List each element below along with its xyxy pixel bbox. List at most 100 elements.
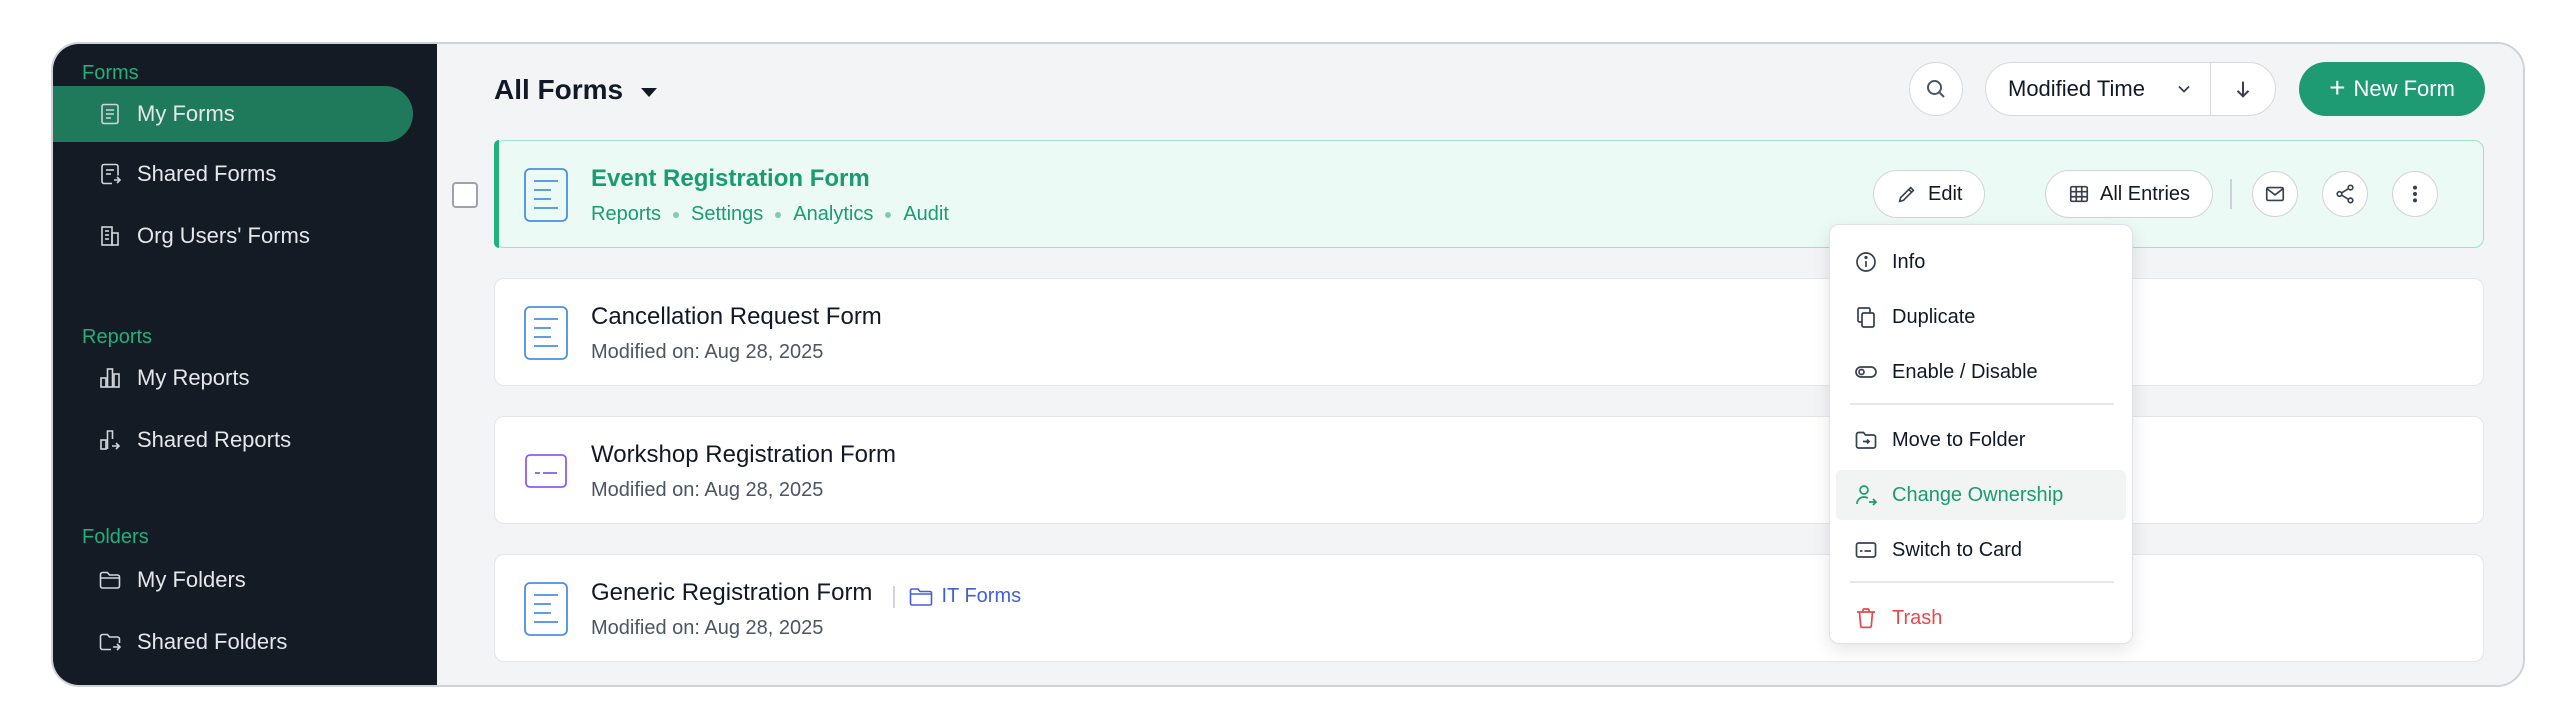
form-quick-links: Reports Settings Analytics Audit: [591, 203, 949, 226]
sidebar-item-my-reports[interactable]: My Reports: [53, 350, 413, 406]
search-button[interactable]: [1909, 62, 1963, 116]
sidebar-item-shared-reports[interactable]: Shared Reports: [53, 412, 413, 468]
plus-icon: +: [2329, 71, 2346, 103]
menu-divider: [1850, 581, 2114, 583]
change-owner-icon: [1856, 485, 1878, 506]
link-separator: [673, 211, 680, 218]
form-doc-icon: [523, 581, 569, 637]
sidebar-heading-reports: Reports: [82, 326, 153, 348]
shared-folder-icon: [97, 629, 123, 655]
menu-item-trash[interactable]: Trash: [1836, 593, 2126, 643]
menu-item-label: Move to Folder: [1892, 428, 2026, 451]
divider: [2230, 179, 2232, 209]
sort-control: Modified Time: [1985, 62, 2276, 116]
form-card-generic-registration[interactable]: Generic Registration Form IT Forms Modif…: [494, 554, 2484, 662]
form-title[interactable]: Generic Registration Form: [591, 579, 872, 607]
folder-icon: [909, 587, 932, 606]
sidebar-item-label: Org Users' Forms: [137, 223, 310, 248]
card-form-icon: [523, 443, 569, 499]
new-form-button[interactable]: + New Form: [2299, 62, 2485, 116]
edit-label: Edit: [1928, 182, 1963, 205]
form-card-event-registration[interactable]: Event Registration Form Reports Settings…: [494, 140, 2484, 248]
menu-item-label: Change Ownership: [1892, 483, 2064, 506]
menu-item-duplicate[interactable]: Duplicate: [1836, 292, 2126, 342]
duplicate-icon: [1857, 307, 1875, 328]
folder-tag[interactable]: IT Forms: [893, 585, 1021, 608]
divider: [893, 585, 895, 608]
form-card-cancellation-request[interactable]: Cancellation Request Form Modified on: A…: [494, 278, 2484, 386]
form-title[interactable]: Cancellation Request Form: [591, 303, 882, 331]
mail-icon: [2265, 186, 2285, 202]
shared-form-icon: [97, 161, 123, 187]
menu-divider: [1850, 403, 2114, 405]
form-doc-icon: [523, 167, 569, 223]
modified-date: Modified on: Aug 28, 2025: [591, 479, 824, 501]
sidebar: Forms My Forms Shared Forms Org Users' F…: [53, 44, 437, 685]
new-form-label: New Form: [2353, 76, 2455, 101]
arrow-down-icon: [2236, 81, 2250, 98]
settings-link[interactable]: Settings: [691, 203, 763, 226]
toggle-icon: [1855, 366, 1877, 378]
audit-link[interactable]: Audit: [903, 203, 949, 226]
card-icon: [1855, 542, 1877, 558]
shared-chart-icon: [97, 427, 123, 453]
pencil-icon: [1898, 186, 1915, 203]
building-icon: [97, 223, 123, 249]
all-entries-button[interactable]: All Entries: [2045, 170, 2214, 218]
modified-date: Modified on: Aug 28, 2025: [591, 617, 824, 639]
sort-field-select[interactable]: Modified Time: [1986, 63, 2211, 115]
forms-filter-dropdown[interactable]: All Forms: [494, 74, 658, 106]
menu-item-label: Switch to Card: [1892, 538, 2023, 561]
sidebar-item-shared-folders[interactable]: Shared Folders: [53, 614, 413, 670]
folder-icon: [97, 567, 123, 593]
menu-item-change-ownership[interactable]: Change Ownership: [1836, 470, 2126, 520]
kebab-menu-icon: [2412, 185, 2418, 203]
sidebar-item-label: My Folders: [137, 567, 246, 592]
row-checkbox[interactable]: [452, 182, 478, 208]
menu-item-label: Info: [1892, 250, 1926, 273]
form-title[interactable]: Event Registration Form: [591, 165, 870, 193]
sidebar-heading-folders: Folders: [82, 526, 149, 548]
app-window: Forms My Forms Shared Forms Org Users' F…: [51, 42, 2525, 687]
sidebar-item-label: Shared Folders: [137, 629, 288, 654]
analytics-link[interactable]: Analytics: [793, 203, 873, 226]
menu-item-move-to-folder[interactable]: Move to Folder: [1836, 415, 2126, 465]
share-button[interactable]: [2322, 171, 2368, 217]
sidebar-item-label: Shared Forms: [137, 161, 277, 186]
link-separator: [775, 211, 782, 218]
sidebar-item-org-users-forms[interactable]: Org Users' Forms: [53, 208, 413, 264]
menu-item-enable-disable[interactable]: Enable / Disable: [1836, 347, 2126, 397]
info-icon: [1856, 252, 1876, 272]
email-share-button[interactable]: [2252, 171, 2298, 217]
sidebar-item-label: My Reports: [137, 365, 250, 390]
menu-item-label: Trash: [1892, 606, 1943, 629]
menu-item-label: Enable / Disable: [1892, 360, 2038, 383]
menu-item-switch-to-card[interactable]: Switch to Card: [1836, 525, 2126, 575]
link-separator: [885, 211, 892, 218]
form-title[interactable]: Workshop Registration Form: [591, 441, 896, 469]
sidebar-heading-forms: Forms: [82, 62, 139, 84]
share-icon: [2336, 184, 2354, 204]
search-icon: [1927, 80, 1945, 98]
form-doc-icon: [523, 305, 569, 361]
edit-button[interactable]: Edit: [1873, 170, 1986, 218]
sidebar-item-my-folders[interactable]: My Folders: [53, 552, 413, 608]
move-folder-icon: [1855, 431, 1877, 449]
modified-date: Modified on: Aug 28, 2025: [591, 341, 824, 363]
sidebar-item-my-forms[interactable]: My Forms: [53, 86, 413, 142]
chevron-down-icon: [2178, 85, 2190, 93]
more-options-button[interactable]: [2392, 171, 2438, 217]
page-title: All Forms: [494, 74, 624, 105]
form-doc-icon: [97, 101, 123, 127]
reports-link[interactable]: Reports: [591, 203, 661, 226]
sort-direction-button[interactable]: [2211, 63, 2275, 115]
sidebar-item-label: My Forms: [137, 101, 235, 126]
form-card-workshop-registration[interactable]: Workshop Registration Form Modified on: …: [494, 416, 2484, 524]
menu-item-info[interactable]: Info: [1836, 237, 2126, 287]
sidebar-item-shared-forms[interactable]: Shared Forms: [53, 146, 413, 202]
all-entries-label: All Entries: [2100, 182, 2191, 205]
menu-item-label: Duplicate: [1892, 305, 1976, 328]
main-content: All Forms Modified Time + New Form Event…: [437, 44, 2523, 685]
table-icon: [2069, 185, 2089, 203]
bar-chart-icon: [97, 365, 123, 391]
